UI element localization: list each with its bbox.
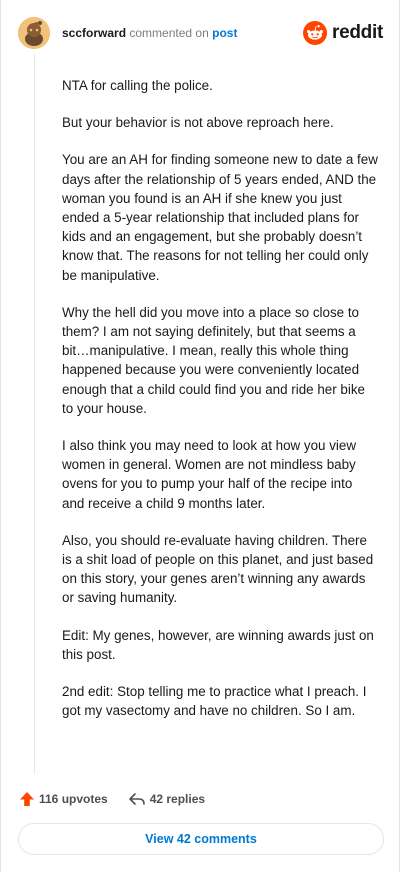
thread-line[interactable] (34, 54, 35, 774)
upvote-arrow-icon (19, 791, 35, 807)
comment-paragraph: I also think you may need to look at how… (62, 438, 357, 511)
comment-body: NTA for calling the police. But your beh… (62, 76, 378, 738)
post-link[interactable]: post (212, 26, 237, 40)
view-comments-button[interactable]: View 42 comments (18, 823, 384, 855)
comment-paragraph: Edit: My genes, however, are winning awa… (62, 627, 374, 662)
snoo-avatar-icon (18, 17, 50, 49)
upvote-button[interactable]: 116 upvotes (19, 791, 108, 807)
comment-paragraph: But your behavior is not above reproach … (62, 115, 334, 131)
upvote-count: 116 upvotes (39, 792, 108, 806)
comment-paragraph: 2nd edit: Stop telling me to practice wh… (62, 684, 367, 719)
comment-header: sccforward commented on post reddit (18, 16, 383, 50)
comment-meta: sccforward commented on post (62, 26, 237, 40)
brand-wordmark: reddit (332, 22, 383, 43)
comment-paragraph: Why the hell did you move into a place s… (62, 304, 365, 416)
comment-paragraph: Also, you should re-evaluate having chil… (62, 532, 374, 606)
commented-on-text: commented on (129, 26, 209, 40)
user-avatar[interactable] (18, 17, 50, 49)
reddit-snoo-icon (303, 21, 328, 45)
comment-paragraph: NTA for calling the police. (62, 78, 213, 93)
comment-card: sccforward commented on post reddit NTA … (0, 0, 400, 872)
comment-footer: 116 upvotes 42 replies (19, 790, 205, 808)
reddit-logo[interactable]: reddit (303, 21, 383, 45)
reply-button[interactable]: 42 replies (128, 791, 205, 807)
reply-count: 42 replies (149, 792, 206, 806)
reply-arrow-icon (128, 791, 146, 807)
comment-paragraph: You are an AH for finding someone new to… (62, 152, 378, 283)
username[interactable]: sccforward (62, 26, 126, 40)
